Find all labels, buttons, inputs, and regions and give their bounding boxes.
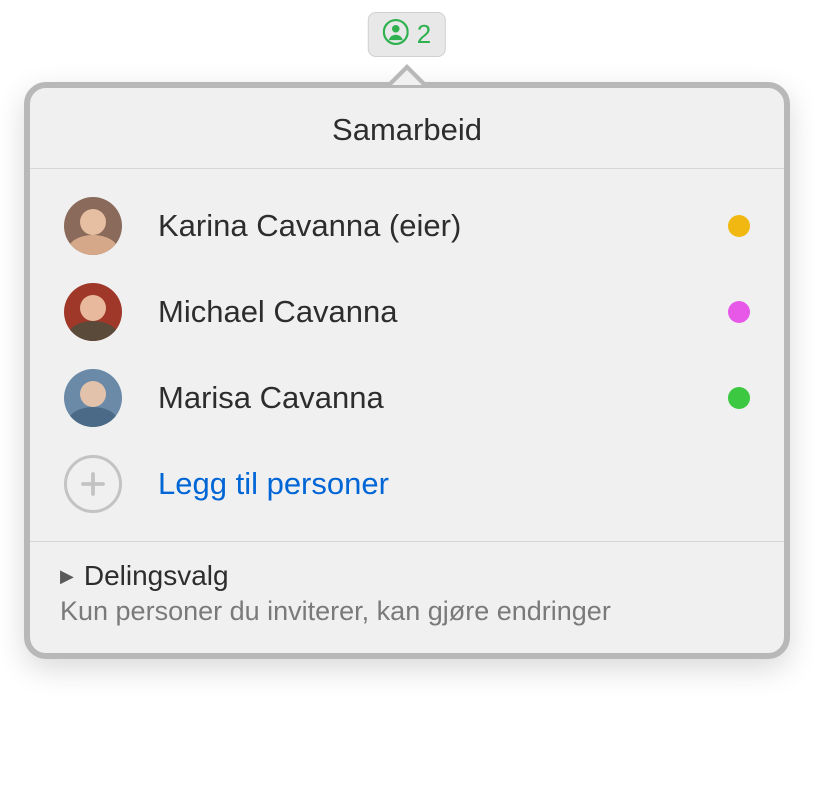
plus-icon: [64, 455, 122, 513]
participant-name: Karina Cavanna (eier): [158, 208, 728, 244]
participant-row[interactable]: Michael Cavanna: [30, 269, 784, 355]
status-dot: [728, 215, 750, 237]
participant-name: Michael Cavanna: [158, 294, 728, 330]
participant-row[interactable]: Marisa Cavanna: [30, 355, 784, 441]
participant-row[interactable]: Karina Cavanna (eier): [30, 183, 784, 269]
avatar: [64, 283, 122, 341]
sharing-options-title: Delingsvalg: [84, 560, 229, 592]
collaboration-popover: Samarbeid Karina Cavanna (eier) Michael …: [24, 82, 790, 659]
popover-title: Samarbeid: [30, 88, 784, 169]
add-people-label: Legg til personer: [158, 466, 389, 502]
sharing-options-section[interactable]: ▶ Delingsvalg Kun personer du inviterer,…: [30, 541, 784, 653]
popover-body: Samarbeid Karina Cavanna (eier) Michael …: [24, 82, 790, 659]
status-dot: [728, 301, 750, 323]
collaboration-count: 2: [417, 19, 431, 50]
status-dot: [728, 387, 750, 409]
add-people-button[interactable]: Legg til personer: [30, 441, 784, 537]
avatar: [64, 369, 122, 427]
sharing-options-description: Kun personer du inviterer, kan gjøre end…: [60, 596, 754, 627]
participant-name: Marisa Cavanna: [158, 380, 728, 416]
collaboration-toolbar-button[interactable]: 2: [368, 12, 446, 57]
avatar: [64, 197, 122, 255]
chevron-right-icon: ▶: [60, 566, 74, 587]
person-icon: [383, 19, 409, 50]
participants-list: Karina Cavanna (eier) Michael Cavanna Ma…: [30, 169, 784, 541]
sharing-options-header: ▶ Delingsvalg: [60, 560, 754, 592]
popover-arrow: [387, 64, 427, 84]
